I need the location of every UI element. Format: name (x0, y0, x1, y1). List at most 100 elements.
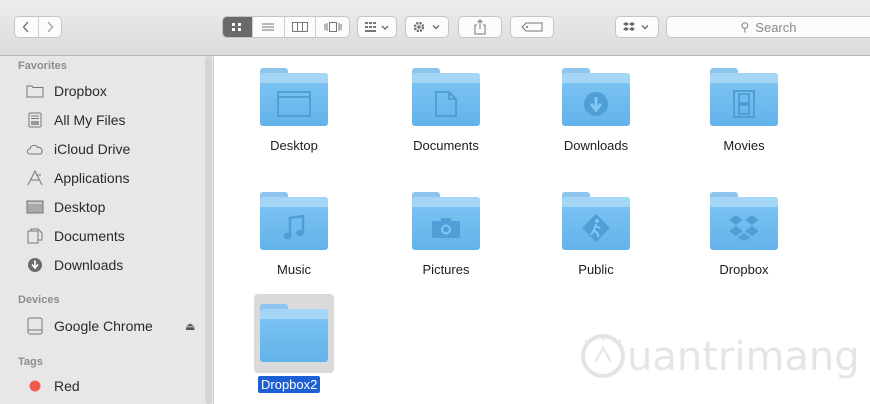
view-mode-control (222, 16, 350, 38)
folder-label: Movies (723, 138, 765, 153)
grid-icon (232, 23, 242, 31)
folder-item[interactable]: Public (541, 192, 651, 277)
sidebar-item-applications[interactable]: Applications (26, 167, 130, 189)
sidebar-item-tag-red[interactable]: Red (26, 375, 80, 397)
sidebar-item-downloads[interactable]: Downloads (26, 254, 123, 276)
navigation-buttons (14, 16, 62, 38)
forward-button[interactable] (39, 17, 62, 37)
public-glyph-icon (582, 214, 610, 242)
sidebar-item-dropbox[interactable]: Dropbox (26, 80, 107, 102)
share-button[interactable] (458, 16, 502, 38)
sidebar-item-label: All My Files (54, 112, 126, 128)
watermark-logo-icon: uantrimang (581, 334, 860, 380)
document-glyph-icon (435, 91, 457, 117)
film-glyph-icon (733, 90, 755, 118)
folder-icon (260, 192, 328, 250)
tag-icon (521, 22, 543, 32)
folder-icon (710, 192, 778, 250)
svg-text:uantrimang: uantrimang (627, 334, 860, 380)
desktop-glyph-icon (277, 91, 311, 117)
back-button[interactable] (15, 17, 39, 37)
icon-view-button[interactable] (223, 17, 253, 37)
sidebar-item-all-my-files[interactable]: All My Files (26, 109, 126, 131)
folder-item[interactable]: Movies (689, 68, 799, 153)
folder-icon (260, 68, 328, 126)
sidebar-item-desktop[interactable]: Desktop (26, 196, 105, 218)
documents-icon (26, 227, 44, 245)
folder-icon (412, 68, 480, 126)
coverflow-icon (324, 22, 342, 32)
folder-icon (260, 304, 328, 362)
dropbox-menu-button[interactable] (615, 16, 659, 38)
sidebar-item-label: Desktop (54, 199, 106, 215)
arrange-icon (365, 22, 389, 32)
list-view-button[interactable] (253, 17, 285, 37)
sidebar-item-label: Red (54, 378, 80, 394)
sidebar-scrollbar[interactable] (205, 56, 212, 404)
sidebar-item-label: Google Chrome (54, 318, 153, 334)
action-button[interactable] (405, 16, 449, 38)
share-icon (474, 19, 486, 35)
folder-icon (412, 192, 480, 250)
chevron-right-icon (47, 21, 54, 33)
search-placeholder: Search (755, 19, 797, 35)
search-field[interactable]: ⚲ Search (666, 16, 870, 38)
sidebar-item-label: Documents (54, 228, 125, 244)
folder-label: Public (578, 262, 614, 277)
tag-dot-icon (26, 377, 44, 395)
watermark: uantrimang (573, 326, 863, 386)
folder-icon (26, 82, 44, 100)
dropbox-glyph-icon (729, 215, 759, 241)
folder-item[interactable]: Documents (391, 68, 501, 153)
tag-button[interactable] (510, 16, 554, 38)
sidebar: Favorites Dropbox All My Files iCloud Dr… (0, 56, 214, 404)
list-icon (262, 23, 275, 31)
devices-heading: Devices (18, 294, 60, 306)
columns-icon (291, 22, 308, 32)
file-browser: Desktop Documents Downloads Movies Music (215, 56, 870, 404)
coverflow-view-button[interactable] (316, 17, 349, 37)
gear-icon (413, 21, 440, 33)
tags-heading: Tags (18, 356, 43, 368)
favorites-heading: Favorites (18, 60, 67, 72)
applications-icon (26, 169, 44, 187)
sidebar-item-label: Downloads (54, 257, 124, 273)
folder-label: Pictures (422, 262, 470, 277)
sidebar-item-google-chrome[interactable]: Google Chrome (26, 315, 153, 337)
download-glyph-icon (584, 92, 608, 116)
folder-item-selected[interactable] (239, 304, 349, 362)
search-icon: ⚲ (740, 20, 750, 34)
eject-icon[interactable]: ⏏ (185, 320, 195, 333)
camera-glyph-icon (432, 218, 460, 238)
folder-item[interactable]: Desktop (239, 68, 349, 153)
sidebar-item-label: Applications (54, 170, 130, 186)
folder-icon (710, 68, 778, 126)
folder-label: Desktop (270, 138, 318, 153)
desktop-icon (26, 198, 44, 216)
disk-icon (26, 317, 44, 335)
folder-label: Music (277, 262, 311, 277)
cloud-icon (26, 140, 44, 158)
chevron-left-icon (22, 21, 29, 33)
folder-icon (562, 68, 630, 126)
folder-item[interactable]: Music (239, 192, 349, 277)
folder-item[interactable]: Dropbox (689, 192, 799, 277)
column-view-button[interactable] (285, 17, 317, 37)
folder-label: Downloads (563, 138, 629, 153)
downloads-icon (26, 256, 44, 274)
sidebar-item-documents[interactable]: Documents (26, 225, 125, 247)
folder-item[interactable]: Downloads (541, 68, 651, 153)
arrange-button[interactable] (357, 16, 397, 38)
music-glyph-icon (283, 215, 305, 240)
folder-label: Dropbox (719, 262, 769, 277)
dropbox-icon (623, 22, 649, 31)
folder-item[interactable]: Pictures (391, 192, 501, 277)
sidebar-item-icloud-drive[interactable]: iCloud Drive (26, 138, 130, 160)
folder-label: Documents (413, 138, 479, 153)
folder-icon (562, 192, 630, 250)
rename-field[interactable]: Dropbox2 (258, 376, 321, 393)
all-files-icon (26, 111, 44, 129)
sidebar-item-label: Dropbox (54, 83, 107, 99)
toolbar: ⚲ Search (0, 0, 870, 56)
sidebar-item-label: iCloud Drive (54, 141, 131, 157)
